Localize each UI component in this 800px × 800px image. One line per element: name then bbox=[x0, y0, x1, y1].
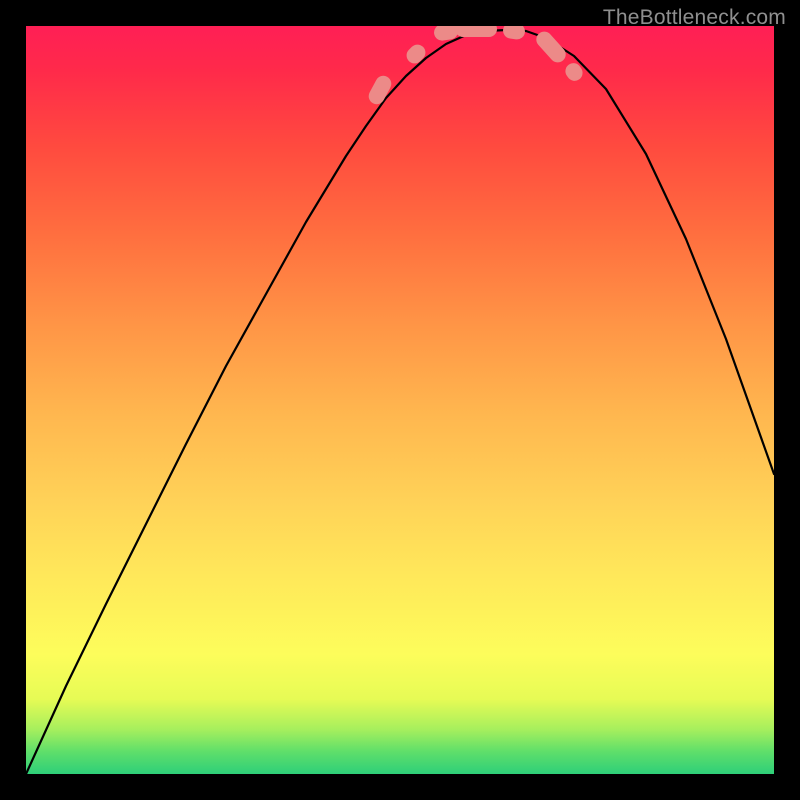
marker-pill-0 bbox=[366, 73, 394, 107]
marker-pill-group bbox=[366, 26, 586, 107]
marker-pill-5 bbox=[533, 28, 569, 65]
chart-svg bbox=[26, 26, 774, 774]
marker-pill-1 bbox=[403, 41, 428, 66]
plot-area bbox=[26, 26, 774, 774]
bottleneck-curve bbox=[26, 30, 774, 774]
marker-pill-4 bbox=[502, 26, 526, 40]
chart-stage: TheBottleneck.com bbox=[0, 0, 800, 800]
marker-pill-3 bbox=[455, 26, 497, 37]
